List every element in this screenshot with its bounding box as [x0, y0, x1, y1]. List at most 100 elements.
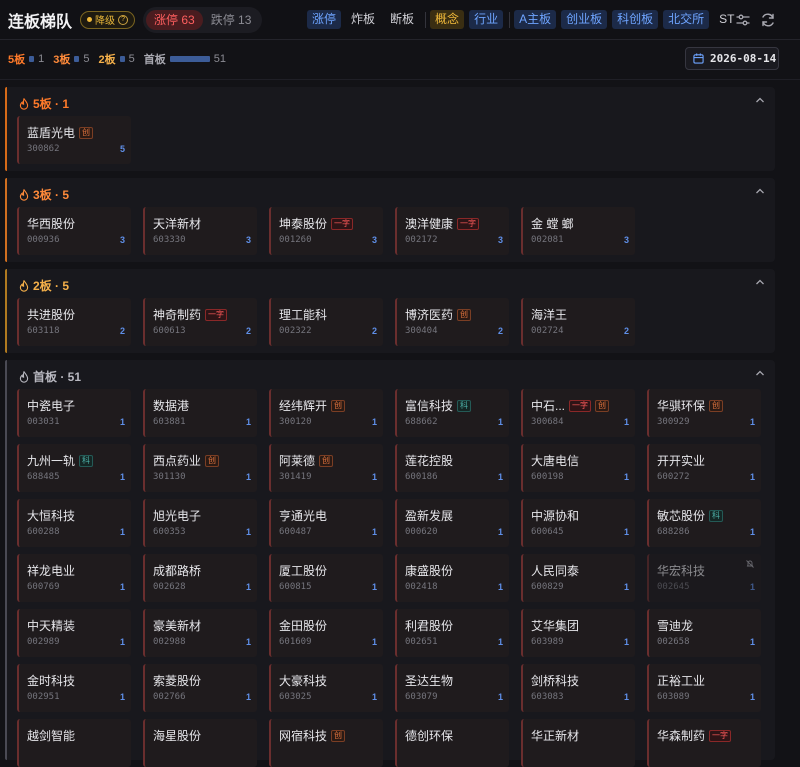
- stock-code: 301419: [279, 472, 312, 482]
- chevron-up-icon[interactable]: [755, 278, 765, 286]
- stock-card[interactable]: 亨通光电 600487 1: [269, 499, 383, 547]
- stock-card[interactable]: 大豪科技 603025 1: [269, 664, 383, 712]
- filter-kind-button[interactable]: 涨停: [307, 10, 342, 29]
- stat-item[interactable]: 首板 51: [144, 51, 226, 67]
- stock-card[interactable]: 剑桥科技 603083 1: [521, 664, 635, 712]
- stock-card[interactable]: 华正新材: [521, 719, 635, 767]
- stock-card[interactable]: 海星股份: [143, 719, 257, 767]
- chevron-up-icon[interactable]: [755, 187, 765, 195]
- stock-card[interactable]: 旭光电子 600353 1: [143, 499, 257, 547]
- board-count: 1: [245, 527, 251, 537]
- status-dot-icon: [87, 17, 93, 22]
- stock-name-row: 旭光电子: [153, 507, 201, 524]
- stock-name-row: 华森制药 一字: [657, 727, 732, 744]
- stock-name-row: 亨通光电: [279, 507, 327, 524]
- downgrade-badge[interactable]: 降级 ?: [80, 10, 136, 29]
- stock-card[interactable]: 蓝盾光电创 300862 5: [17, 116, 131, 164]
- stock-card[interactable]: 盈新发展 000620 1: [395, 499, 509, 547]
- stock-name: 敏芯股份: [657, 509, 706, 523]
- section-header[interactable]: 5板 · 1: [19, 95, 69, 112]
- stock-card[interactable]: 海洋王 002724 2: [521, 298, 635, 346]
- stock-card[interactable]: 中瓷电子 003031 1: [17, 389, 131, 437]
- stock-card[interactable]: 大恒科技 600288 1: [17, 499, 131, 547]
- stock-card[interactable]: 厦工股份 600815 1: [269, 554, 383, 602]
- stock-code: 600815: [279, 582, 312, 592]
- stock-card[interactable]: 金田股份 601609 1: [269, 609, 383, 657]
- stock-card[interactable]: 德创环保: [395, 719, 509, 767]
- limit-down-tab[interactable]: 跌停 13: [203, 11, 260, 28]
- stock-name: 正裕工业: [657, 674, 706, 688]
- stock-card[interactable]: 坤泰股份 一字 001260 3: [269, 207, 383, 255]
- stock-card[interactable]: 华森制药 一字: [647, 719, 761, 767]
- help-icon[interactable]: ?: [118, 14, 129, 25]
- stock-card[interactable]: 中源协和 600645 1: [521, 499, 635, 547]
- stock-name: 海洋王: [531, 308, 568, 322]
- stock-card[interactable]: 神奇制药 一字 600613 2: [143, 298, 257, 346]
- stock-card[interactable]: 博济医药创 300404 2: [395, 298, 509, 346]
- stat-item[interactable]: 3板 5: [53, 51, 89, 67]
- stock-card[interactable]: 康盛股份 002418 1: [395, 554, 509, 602]
- settings-sliders-icon[interactable]: [734, 11, 752, 29]
- stock-card[interactable]: 豪美新材 002988 1: [143, 609, 257, 657]
- stock-card[interactable]: 澳洋健康 一字 002172 3: [395, 207, 509, 255]
- stock-code: 600272: [657, 472, 690, 482]
- stock-card[interactable]: 金时科技 002951 1: [17, 664, 131, 712]
- stock-card[interactable]: 华骐环保创 300929 1: [647, 389, 761, 437]
- stock-card[interactable]: 中天精装 002989 1: [17, 609, 131, 657]
- stock-card[interactable]: 网宿科技创: [269, 719, 383, 767]
- stock-card[interactable]: 祥龙电业 600769 1: [17, 554, 131, 602]
- stock-card[interactable]: 理工能科 002322 2: [269, 298, 383, 346]
- stock-card[interactable]: 金 螳 螂 002081 3: [521, 207, 635, 255]
- stock-card[interactable]: 九州一轨科 688485 1: [17, 444, 131, 492]
- stock-card[interactable]: 人民同泰 600829 1: [521, 554, 635, 602]
- stock-card[interactable]: 数据港 603881 1: [143, 389, 257, 437]
- filter-board-button[interactable]: 创业板: [561, 10, 608, 29]
- stock-card[interactable]: 艾华集团 603989 1: [521, 609, 635, 657]
- stock-card[interactable]: 圣达生物 603079 1: [395, 664, 509, 712]
- stock-name-row: 成都路桥: [153, 562, 201, 579]
- filter-group-button[interactable]: 行业: [469, 10, 504, 29]
- stat-item[interactable]: 2板 5: [99, 51, 135, 67]
- stock-card[interactable]: 共进股份 603118 2: [17, 298, 131, 346]
- stock-card[interactable]: 华西股份 000936 3: [17, 207, 131, 255]
- stock-card[interactable]: 天洋新材 603330 3: [143, 207, 257, 255]
- stock-card[interactable]: 雪迪龙 002658 1: [647, 609, 761, 657]
- filter-kind-button[interactable]: 断板: [385, 10, 419, 29]
- section-header[interactable]: 3板 · 5: [19, 186, 69, 203]
- stock-card[interactable]: 华宏科技 002645 1: [647, 554, 761, 602]
- stock-card[interactable]: 大唐电信 600198 1: [521, 444, 635, 492]
- stock-card[interactable]: 敏芯股份科 688286 1: [647, 499, 761, 547]
- stock-name: 华正新材: [531, 729, 580, 743]
- board-count: 1: [245, 472, 251, 482]
- filter-board-button[interactable]: A主板: [514, 10, 557, 29]
- section-header[interactable]: 首板 · 51: [19, 368, 81, 385]
- stock-card[interactable]: 经纬辉开创 300120 1: [269, 389, 383, 437]
- stock-card[interactable]: 越剑智能: [17, 719, 131, 767]
- stock-card[interactable]: 富信科技科 688662 1: [395, 389, 509, 437]
- limit-up-tab[interactable]: 涨停 63: [146, 9, 203, 30]
- stock-name: 大恒科技: [27, 509, 76, 523]
- stock-card[interactable]: 正裕工业 603089 1: [647, 664, 761, 712]
- stock-name-row: 祥龙电业: [27, 562, 75, 579]
- stock-card[interactable]: 阿莱德创 301419 1: [269, 444, 383, 492]
- filter-kind-button[interactable]: 炸板: [346, 10, 380, 29]
- bell-off-icon[interactable]: [745, 559, 755, 569]
- stock-card[interactable]: 索菱股份 002766 1: [143, 664, 257, 712]
- date-picker-button[interactable]: 2026-08-14: [685, 47, 779, 70]
- refresh-icon[interactable]: [759, 11, 777, 29]
- stock-card[interactable]: 开开实业 600272 1: [647, 444, 761, 492]
- stock-name: 成都路桥: [153, 564, 202, 578]
- stock-card[interactable]: 中石... 一字创 300684 1: [521, 389, 635, 437]
- chevron-up-icon[interactable]: [755, 96, 765, 104]
- stock-card[interactable]: 莲花控股 600186 1: [395, 444, 509, 492]
- stock-name: 索菱股份: [153, 674, 202, 688]
- chevron-up-icon[interactable]: [755, 369, 765, 377]
- filter-group-button[interactable]: 概念: [430, 10, 465, 29]
- stock-card[interactable]: 成都路桥 002628 1: [143, 554, 257, 602]
- section-header[interactable]: 2板 · 5: [19, 277, 69, 294]
- filter-board-button[interactable]: 北交所: [663, 10, 710, 29]
- stat-item[interactable]: 5板 1: [8, 51, 44, 67]
- filter-board-button[interactable]: 科创板: [612, 10, 659, 29]
- stock-card[interactable]: 利君股份 002651 1: [395, 609, 509, 657]
- stock-card[interactable]: 西点药业创 301130 1: [143, 444, 257, 492]
